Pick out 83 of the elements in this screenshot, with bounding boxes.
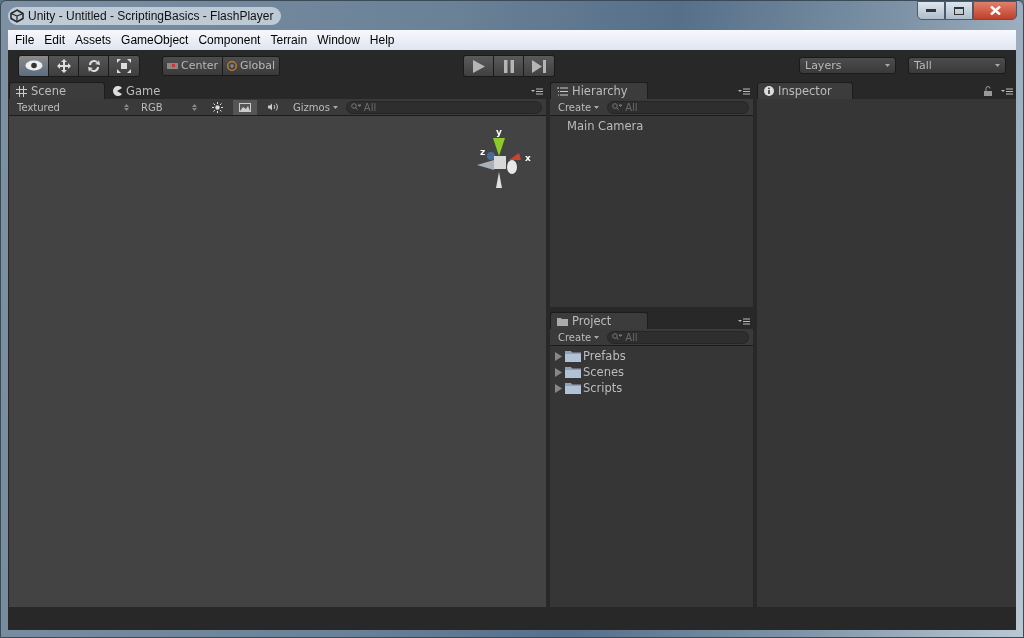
search-icon bbox=[612, 333, 623, 341]
pivot-icon bbox=[167, 61, 178, 70]
panel-menu-icon bbox=[738, 88, 750, 95]
channel-dropdown[interactable]: RGB bbox=[137, 99, 201, 115]
menu-item[interactable]: File bbox=[10, 33, 40, 47]
create-dropdown[interactable]: Create bbox=[554, 99, 604, 115]
folder-icon bbox=[565, 382, 581, 394]
folder-label[interactable]: Prefabs bbox=[583, 349, 626, 363]
playback-button[interactable] bbox=[464, 56, 494, 76]
panel-tab[interactable]: Hierarchy bbox=[550, 82, 648, 99]
panel-tab[interactable]: Game bbox=[105, 82, 201, 99]
axis-label: x bbox=[525, 153, 531, 163]
scale-arrows-icon bbox=[117, 58, 131, 73]
search-field[interactable]: All bbox=[607, 100, 749, 114]
minimize-icon bbox=[926, 9, 936, 12]
panel-tab[interactable]: Inspector bbox=[757, 82, 853, 99]
panel-menu-icon bbox=[531, 88, 543, 95]
info-icon bbox=[764, 86, 774, 96]
maximize-button[interactable] bbox=[945, 1, 973, 20]
menu-item[interactable]: Component bbox=[193, 33, 266, 47]
pacman-icon bbox=[112, 86, 122, 96]
folder-label[interactable]: Scripts bbox=[583, 381, 623, 395]
panel-menu-icon bbox=[1001, 88, 1013, 95]
render-mode-dropdown[interactable]: Textured bbox=[13, 99, 133, 115]
grid-icon bbox=[16, 85, 27, 97]
caret-icon bbox=[594, 105, 600, 109]
close-button[interactable] bbox=[973, 1, 1017, 20]
search-icon bbox=[350, 103, 361, 111]
globe-icon bbox=[227, 60, 238, 71]
hierarchy-item[interactable]: Main Camera bbox=[550, 118, 753, 134]
tool-button[interactable] bbox=[109, 55, 139, 76]
playback-button[interactable] bbox=[494, 56, 524, 76]
search-field[interactable]: All bbox=[345, 100, 542, 114]
layers-dropdown[interactable]: Layers bbox=[799, 57, 896, 74]
layout-dropdown[interactable]: Tall bbox=[908, 57, 1006, 74]
caret-icon bbox=[594, 335, 600, 339]
pivot-button[interactable]: Global bbox=[223, 56, 280, 75]
up-down-caret-icon bbox=[124, 103, 129, 111]
minimize-button[interactable] bbox=[917, 1, 945, 20]
cube-logo-icon bbox=[10, 8, 24, 23]
sun-icon bbox=[211, 101, 223, 113]
menu-item[interactable]: Assets bbox=[70, 33, 117, 47]
search-field[interactable]: All bbox=[607, 330, 749, 344]
caret-icon bbox=[332, 105, 338, 109]
toggle-button[interactable] bbox=[233, 99, 257, 115]
window-title: Unity - Untitled - ScriptingBasics - FlashPlayer bbox=[28, 8, 274, 23]
caret-icon bbox=[885, 64, 890, 67]
close-icon bbox=[989, 6, 1001, 15]
tool-button[interactable] bbox=[49, 55, 79, 76]
list-icon bbox=[557, 86, 568, 96]
menu-item[interactable]: Help bbox=[364, 33, 400, 47]
up-down-caret-icon bbox=[192, 103, 197, 111]
folder-icon bbox=[565, 366, 581, 378]
axis-label: z bbox=[480, 147, 486, 157]
axis-gizmo-drawing[interactable] bbox=[477, 138, 521, 188]
panel-tab[interactable]: Project bbox=[550, 312, 648, 329]
menu-item[interactable]: Window bbox=[312, 33, 365, 47]
search-icon bbox=[612, 103, 623, 111]
menu-item[interactable]: GameObject bbox=[116, 33, 194, 47]
folder-label[interactable]: Scenes bbox=[583, 365, 625, 379]
rotate-arrows-icon bbox=[86, 58, 101, 73]
tool-button[interactable] bbox=[79, 55, 109, 76]
move-arrows-icon bbox=[56, 58, 71, 73]
caret-icon bbox=[995, 64, 1000, 67]
menu-item[interactable]: Edit bbox=[39, 33, 71, 47]
maximize-icon bbox=[954, 6, 964, 15]
playback-button[interactable] bbox=[524, 56, 554, 76]
panel-menu-icon bbox=[738, 318, 750, 325]
axis-label: y bbox=[496, 127, 502, 137]
eye-icon bbox=[24, 60, 43, 71]
gizmos-dropdown[interactable]: Gizmos bbox=[289, 99, 342, 115]
panel-tab[interactable]: Scene bbox=[9, 82, 105, 99]
speaker-icon bbox=[267, 102, 279, 112]
landscape-icon bbox=[239, 102, 251, 112]
create-dropdown[interactable]: Create bbox=[554, 329, 604, 345]
play-icon bbox=[472, 59, 485, 73]
folder-icon bbox=[565, 350, 581, 362]
pivot-button[interactable]: Center bbox=[163, 56, 224, 75]
folder-icon bbox=[557, 316, 568, 326]
menu-item[interactable]: Terrain bbox=[265, 33, 313, 47]
pause-icon bbox=[503, 59, 514, 73]
tool-button[interactable] bbox=[19, 55, 49, 76]
step-forward-icon bbox=[532, 59, 546, 73]
